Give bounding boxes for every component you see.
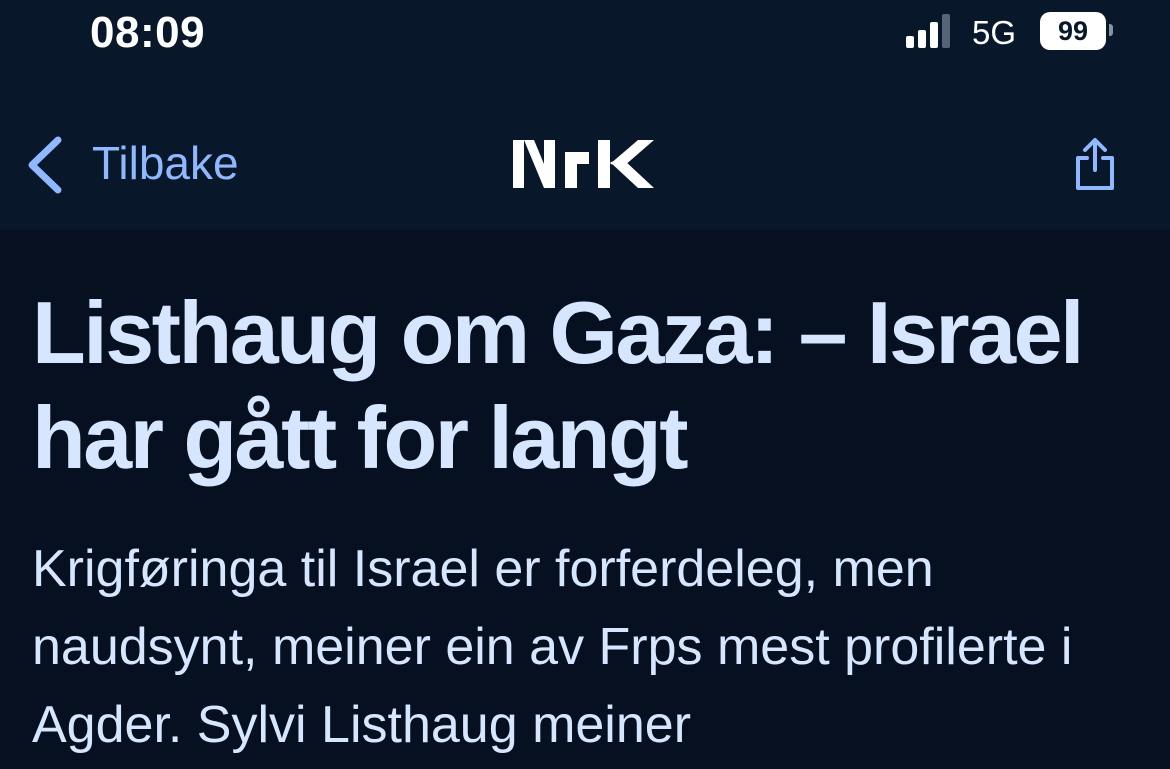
back-label: Tilbake bbox=[92, 137, 239, 189]
battery-terminal bbox=[1109, 24, 1113, 36]
status-time: 08:09 bbox=[90, 8, 206, 57]
article: Listhaug om Gaza: – Israel har gått for … bbox=[0, 230, 1170, 769]
back-button[interactable]: Tilbake bbox=[24, 130, 274, 200]
chevron-left-icon bbox=[28, 136, 62, 194]
article-headline: Listhaug om Gaza: – Israel har gått for … bbox=[32, 283, 1085, 487]
nrk-logo[interactable] bbox=[510, 138, 656, 190]
navigation-bar: Tilbake bbox=[0, 80, 1170, 230]
article-lead: Krigføringa til Israel er forferdeleg, m… bbox=[32, 540, 1073, 754]
status-bar: 08:09 5G 99 bbox=[0, 0, 1170, 80]
network-type: 5G bbox=[972, 14, 1017, 51]
cellular-signal-icon bbox=[906, 14, 950, 48]
share-icon[interactable] bbox=[1070, 136, 1120, 192]
battery-level: 99 bbox=[1057, 16, 1089, 46]
battery-icon: 99 bbox=[1040, 12, 1106, 50]
